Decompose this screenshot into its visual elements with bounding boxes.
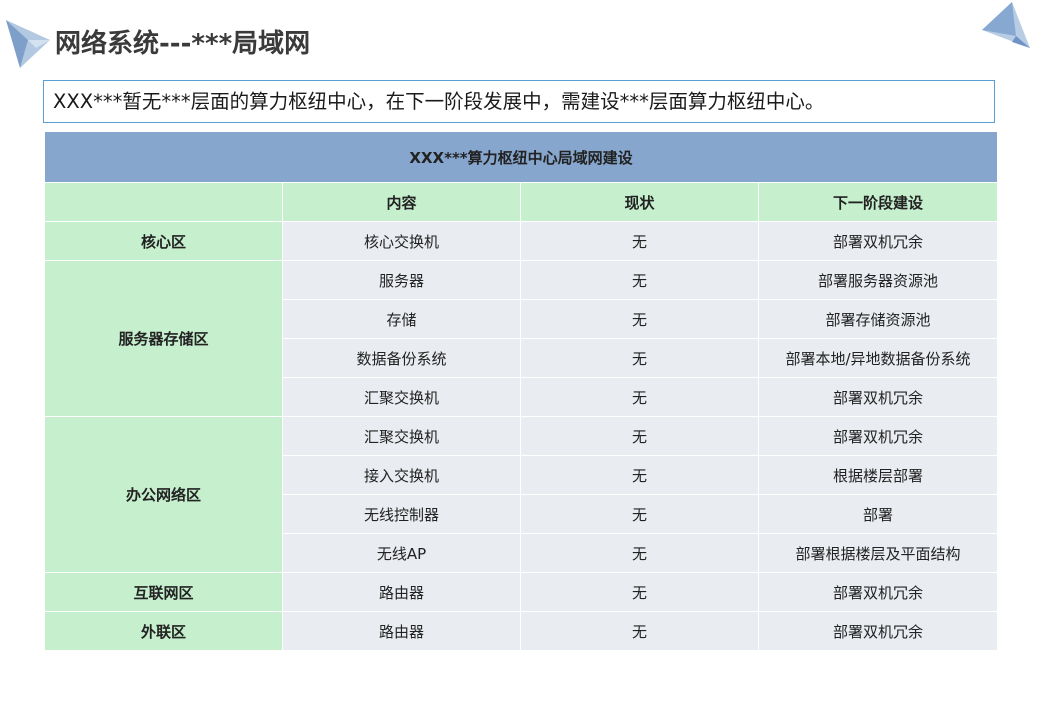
table-row: 办公网络区 汇聚交换机 无 部署双机冗余 <box>44 416 999 573</box>
next-phase-cell: 部署双机冗余 <box>757 416 999 456</box>
next-phase-cell: 部署根据楼层及平面结构 <box>757 533 999 573</box>
status-cell: 无 <box>520 455 759 495</box>
next-phase-cell: 部署双机冗余 <box>757 611 999 651</box>
status-cell: 无 <box>520 260 759 300</box>
content-cell: 接入交换机 <box>282 455 521 495</box>
content-cell: 无线控制器 <box>282 494 521 534</box>
zone-label: 互联网区 <box>44 572 283 612</box>
content-cell: 路由器 <box>282 611 521 651</box>
next-phase-cell: 部署 <box>757 494 999 534</box>
content-cell: 汇聚交换机 <box>282 416 521 456</box>
next-phase-cell: 部署存储资源池 <box>757 299 999 339</box>
lan-construction-table: XXX***算力枢纽中心局域网建设 内容 现状 下一阶段建设 核心区 核心交换机… <box>43 131 999 651</box>
next-phase-cell: 部署服务器资源池 <box>757 260 999 300</box>
status-cell: 无 <box>520 494 759 534</box>
next-phase-cell: 部署双机冗余 <box>757 377 999 417</box>
status-cell: 无 <box>520 299 759 339</box>
content-cell: 核心交换机 <box>282 221 521 261</box>
next-phase-cell: 部署双机冗余 <box>757 221 999 261</box>
content-cell: 无线AP <box>282 533 521 573</box>
next-phase-cell: 部署本地/异地数据备份系统 <box>757 338 999 378</box>
column-header-next-phase: 下一阶段建设 <box>757 182 999 222</box>
paper-plane-decoration-left-icon <box>6 20 50 68</box>
zone-label: 服务器存储区 <box>44 260 283 417</box>
table-title: XXX***算力枢纽中心局域网建设 <box>43 131 999 183</box>
status-cell: 无 <box>520 572 759 612</box>
summary-text-box: XXX***暂无***层面的算力枢纽中心，在下一阶段发展中，需建设***层面算力… <box>43 80 995 123</box>
content-cell: 路由器 <box>282 572 521 612</box>
status-cell: 无 <box>520 611 759 651</box>
status-cell: 无 <box>520 338 759 378</box>
table-row: 核心区 核心交换机 无 部署双机冗余 <box>44 221 999 261</box>
next-phase-cell: 根据楼层部署 <box>757 455 999 495</box>
table-row: 服务器存储区 服务器 无 部署服务器资源池 <box>44 260 999 417</box>
status-cell: 无 <box>520 416 759 456</box>
status-cell: 无 <box>520 377 759 417</box>
status-cell: 无 <box>520 221 759 261</box>
table-row: 外联区 路由器 无 部署双机冗余 <box>44 611 999 651</box>
zone-label: 外联区 <box>44 611 283 651</box>
content-cell: 服务器 <box>282 260 521 300</box>
column-header-content: 内容 <box>282 182 521 222</box>
status-cell: 无 <box>520 533 759 573</box>
slide-title: 网络系统---***局域网 <box>55 29 311 59</box>
content-cell: 汇聚交换机 <box>282 377 521 417</box>
content-cell: 存储 <box>282 299 521 339</box>
zone-label: 核心区 <box>44 221 283 261</box>
column-header-status: 现状 <box>520 182 759 222</box>
paper-plane-decoration-right-icon <box>982 2 1030 48</box>
table-row: 互联网区 路由器 无 部署双机冗余 <box>44 572 999 612</box>
zone-label: 办公网络区 <box>44 416 283 573</box>
column-header-zone <box>44 182 283 222</box>
content-cell: 数据备份系统 <box>282 338 521 378</box>
next-phase-cell: 部署双机冗余 <box>757 572 999 612</box>
